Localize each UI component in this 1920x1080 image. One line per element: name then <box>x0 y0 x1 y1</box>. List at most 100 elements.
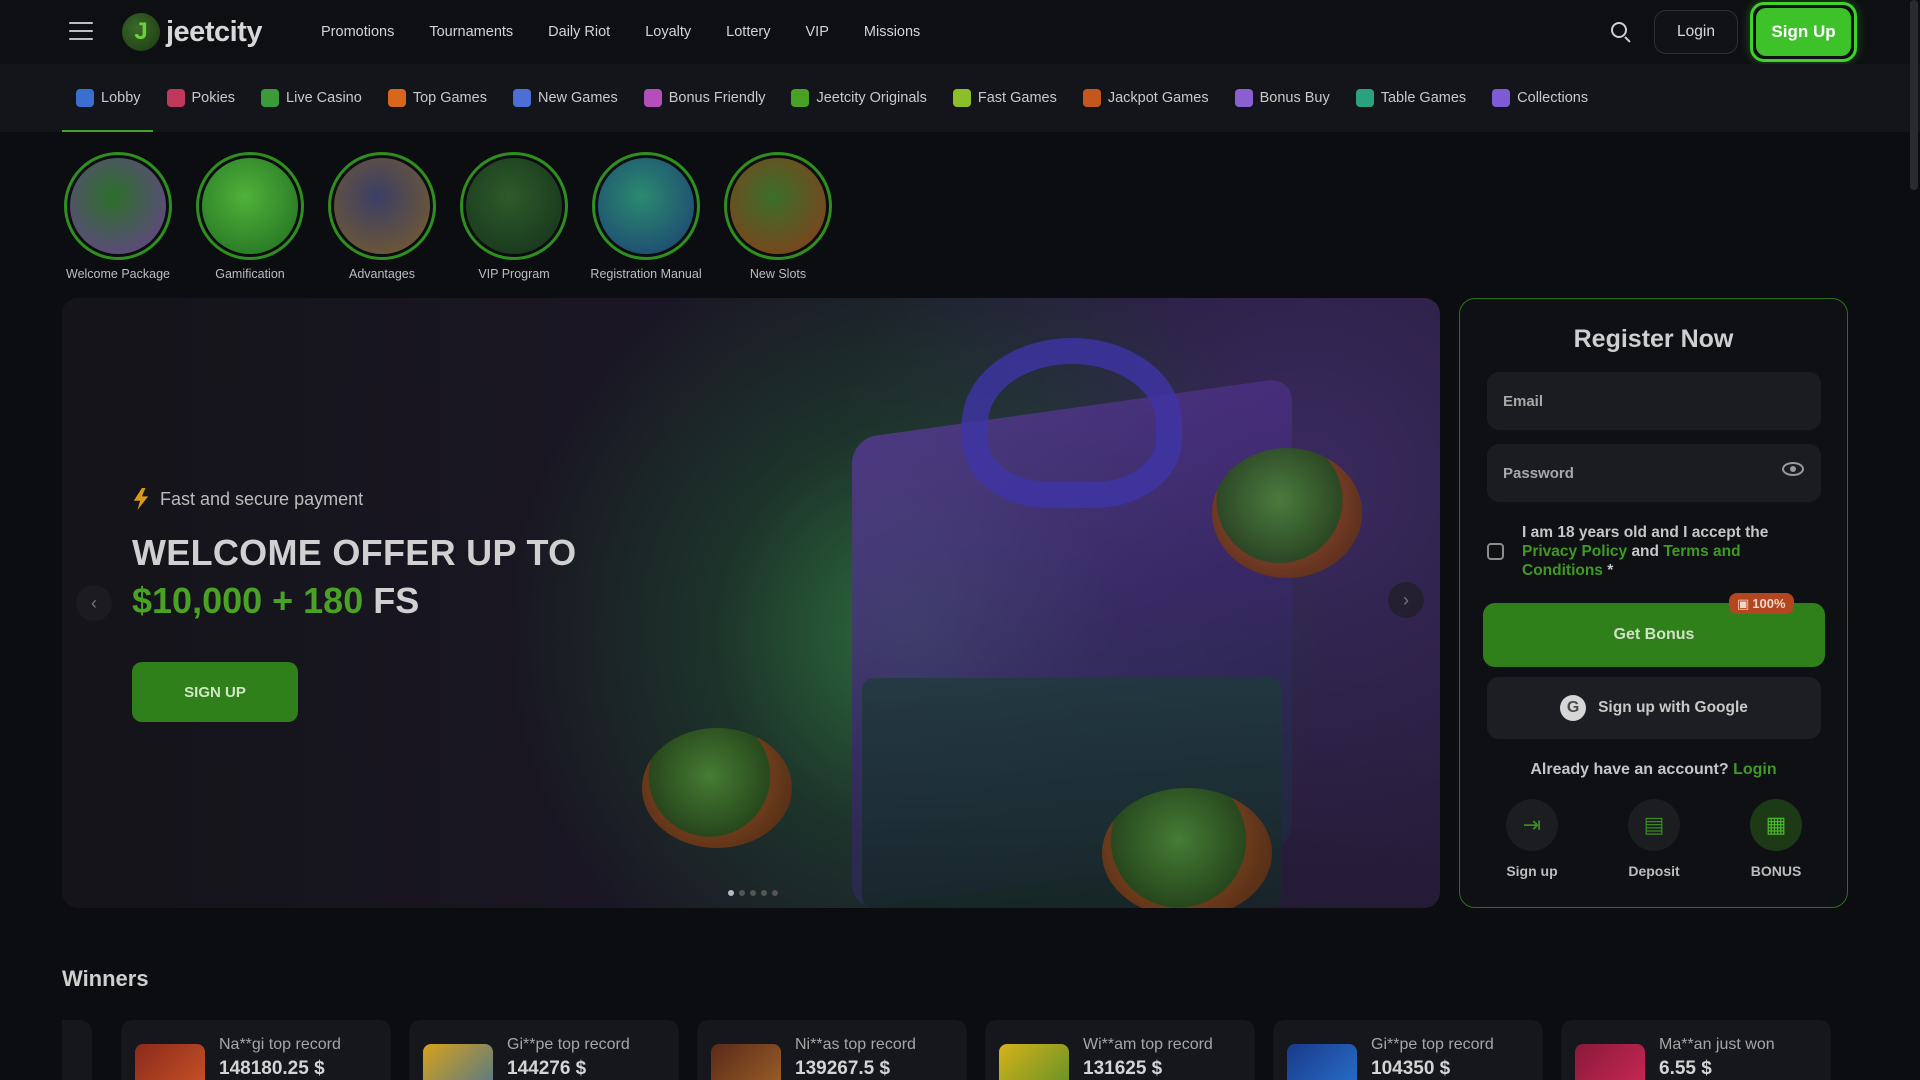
signup-steps: ⇥ Sign up ▤ Deposit ▦ BONUS <box>1495 799 1813 879</box>
category-list: Lobby Pokies Live Casino Top Games New Games… <box>62 64 1588 132</box>
game-thumbnail <box>1575 1044 1645 1080</box>
story-image <box>598 158 694 254</box>
age-terms-checkbox[interactable] <box>1487 543 1504 560</box>
nav-daily-riot[interactable]: Daily Riot <box>548 24 610 40</box>
privacy-policy-link[interactable]: Privacy Policy <box>1522 543 1627 560</box>
email-field[interactable] <box>1487 372 1821 430</box>
story-label: VIP Program <box>478 267 550 281</box>
page-scrollbar[interactable] <box>1910 0 1918 190</box>
story-item[interactable]: Gamification <box>196 152 304 281</box>
wallet-icon: ▤ <box>1628 799 1680 851</box>
story-item[interactable]: Advantages <box>328 152 436 281</box>
coin-illustration <box>642 728 792 848</box>
story-item[interactable]: Welcome Package <box>64 152 172 281</box>
jeetcity-logo-icon: J <box>122 13 160 51</box>
story-thumbnail <box>724 152 832 260</box>
winner-card[interactable]: Na**gi top record 148180.25 $ <box>121 1020 391 1080</box>
category-table-games[interactable]: Table Games <box>1355 64 1466 132</box>
nav-lottery[interactable]: Lottery <box>726 24 770 40</box>
category-bonus-friendly[interactable]: Bonus Friendly <box>643 64 765 132</box>
have-account-label: Already have an account? <box>1530 761 1729 778</box>
hero-banner[interactable]: Fast and secure payment WELCOME OFFER UP… <box>62 298 1440 908</box>
jeetcity-logo[interactable]: J jeetcity <box>122 12 262 52</box>
winner-card[interactable] <box>62 1020 92 1080</box>
nav-vip[interactable]: VIP <box>806 24 829 40</box>
game-thumbnail <box>135 1044 205 1080</box>
category-new-games[interactable]: New Games <box>512 64 618 132</box>
story-thumbnail <box>64 152 172 260</box>
story-thumbnail <box>592 152 700 260</box>
winner-amount: 144276 $ <box>507 1058 587 1079</box>
winner-amount: 131625 $ <box>1083 1058 1163 1079</box>
gift-icon <box>643 89 662 107</box>
hero-amount-value: $10,000 + 180 <box>132 580 364 621</box>
hero-sign-up-button[interactable]: SIGN UP <box>132 662 298 722</box>
bonus-badge: ▣ 100% <box>1729 593 1794 614</box>
category-collections[interactable]: Collections <box>1492 64 1588 132</box>
winner-card[interactable]: Ni**as top record 139267.5 $ <box>697 1020 967 1080</box>
sign-up-button[interactable]: Sign Up <box>1750 2 1857 62</box>
terms-suffix: * <box>1607 562 1614 579</box>
category-pokies[interactable]: Pokies <box>166 64 236 132</box>
category-label: Jeetcity Originals <box>816 90 927 106</box>
category-label: Bonus Buy <box>1259 90 1330 106</box>
category-jackpot-games[interactable]: Jackpot Games <box>1082 64 1209 132</box>
step-label: BONUS <box>1750 863 1802 879</box>
category-bar: Lobby Pokies Live Casino Top Games New Games… <box>0 64 1920 132</box>
search-icon[interactable] <box>1609 20 1633 44</box>
chevron-right-icon[interactable]: › <box>1388 582 1424 618</box>
category-bonus-buy[interactable]: Bonus Buy <box>1234 64 1330 132</box>
slide-dot[interactable] <box>772 890 778 896</box>
google-sign-up-button[interactable]: G Sign up with Google <box>1487 677 1821 739</box>
winner-amount: 6.55 $ <box>1659 1058 1712 1079</box>
chevron-left-icon[interactable]: ‹ <box>76 585 112 621</box>
category-jeetcity-originals[interactable]: Jeetcity Originals <box>791 64 927 132</box>
nav-promotions[interactable]: Promotions <box>321 24 394 40</box>
menu-icon[interactable] <box>69 22 93 42</box>
register-panel: Register Now I am 18 years old and I acc… <box>1459 298 1848 908</box>
category-label: Fast Games <box>977 90 1057 106</box>
category-lobby[interactable]: Lobby <box>62 64 152 132</box>
slide-dot[interactable] <box>739 890 745 896</box>
story-image <box>466 158 562 254</box>
category-fast-games[interactable]: Fast Games <box>952 64 1057 132</box>
hero-subtitle-text: Fast and secure payment <box>160 488 364 509</box>
slide-dot[interactable] <box>750 890 756 896</box>
winner-name: Gi**pe top record <box>507 1036 630 1053</box>
slide-dot[interactable] <box>761 890 767 896</box>
story-thumbnail <box>328 152 436 260</box>
login-button[interactable]: Login <box>1654 10 1738 54</box>
nav-tournaments[interactable]: Tournaments <box>429 24 513 40</box>
winner-card[interactable]: Gi**pe top record 144276 $ <box>409 1020 679 1080</box>
story-image <box>202 158 298 254</box>
coin-illustration <box>1212 448 1362 578</box>
nav-loyalty[interactable]: Loyalty <box>645 24 691 40</box>
winner-amount: 139267.5 $ <box>795 1058 891 1079</box>
winner-card[interactable]: Wi**am top record 131625 $ <box>985 1020 1255 1080</box>
eye-icon[interactable] <box>1782 462 1804 476</box>
password-field[interactable] <box>1487 444 1821 502</box>
winner-card[interactable]: Gi**pe top record 104350 $ <box>1273 1020 1543 1080</box>
category-label: New Games <box>537 90 618 106</box>
story-item[interactable]: VIP Program <box>460 152 568 281</box>
step-sign-up[interactable]: ⇥ Sign up <box>1495 799 1569 879</box>
nav-missions[interactable]: Missions <box>864 24 920 40</box>
step-deposit[interactable]: ▤ Deposit <box>1617 799 1691 879</box>
play-icon <box>261 89 280 107</box>
step-label: Sign up <box>1506 863 1558 879</box>
category-live-casino[interactable]: Live Casino <box>261 64 362 132</box>
cherries-icon <box>166 89 185 107</box>
category-label: Pokies <box>191 90 236 106</box>
logo-text: jeetcity <box>166 15 262 48</box>
story-item[interactable]: New Slots <box>724 152 832 281</box>
story-thumbnail <box>460 152 568 260</box>
google-icon: G <box>1560 695 1587 721</box>
hero-amount: $10,000 + 180 FS <box>132 580 576 622</box>
story-item[interactable]: Registration Manual <box>590 152 702 281</box>
slide-dot[interactable] <box>728 890 734 896</box>
category-top-games[interactable]: Top Games <box>387 64 487 132</box>
step-bonus[interactable]: ▦ BONUS <box>1739 799 1813 879</box>
winner-card[interactable]: Ma**an just won 6.55 $ <box>1561 1020 1831 1080</box>
login-link[interactable]: Login <box>1733 761 1777 778</box>
winner-name: Ma**an just won <box>1659 1036 1775 1053</box>
